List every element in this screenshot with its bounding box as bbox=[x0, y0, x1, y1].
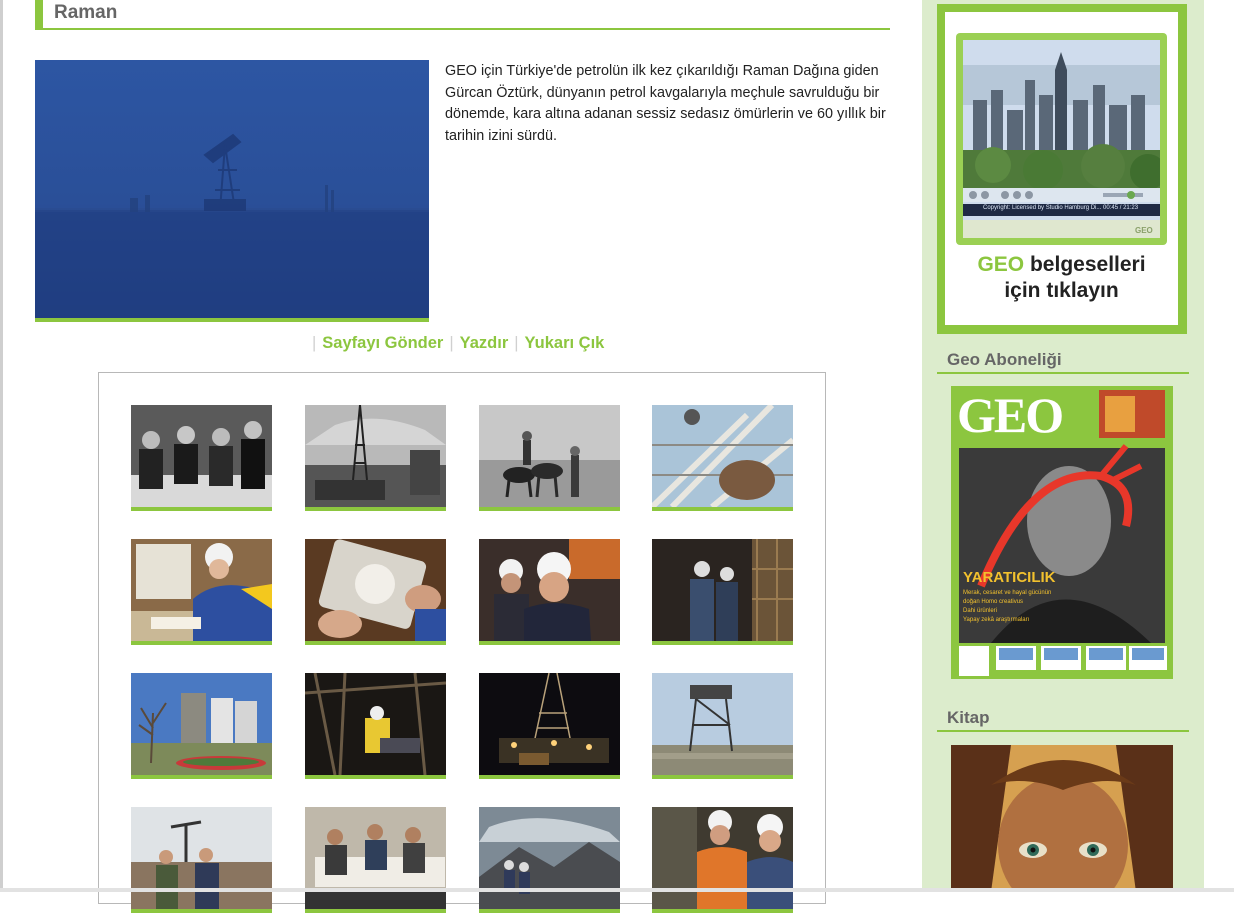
oil-derrick-fog-illustration bbox=[35, 133, 429, 318]
night-rig-photo bbox=[479, 673, 620, 775]
geo-documentary-promo[interactable]: Copyright: Licensed by Studio Hamburg Di… bbox=[937, 4, 1187, 334]
gallery-thumbnail[interactable] bbox=[479, 673, 620, 779]
watchtower-photo bbox=[652, 673, 793, 775]
portrait-girl-illustration bbox=[951, 745, 1173, 892]
orange-uniform-workers-photo bbox=[652, 807, 793, 909]
header-accent-bar bbox=[35, 0, 43, 28]
photo-gallery bbox=[98, 372, 826, 913]
back-to-top-link[interactable]: Yukarı Çık bbox=[525, 334, 605, 352]
gallery-thumbnail[interactable] bbox=[479, 405, 620, 511]
subscription-heading: Geo Aboneliği bbox=[937, 350, 1189, 374]
cover-bullet: Yapay zekâ araştırmaları bbox=[963, 617, 1030, 623]
gallery-thumbnail[interactable] bbox=[131, 807, 272, 913]
gallery-thumbnail[interactable] bbox=[652, 807, 793, 913]
smiling-workers-photo bbox=[479, 539, 620, 641]
gallery-thumbnail[interactable] bbox=[305, 405, 446, 511]
video-watermark: GEO bbox=[1135, 226, 1153, 235]
page-left-border bbox=[0, 0, 3, 892]
storage-tanks-photo bbox=[131, 673, 272, 775]
promo-line2: için tıklayın bbox=[1004, 279, 1119, 302]
page-title: Raman bbox=[54, 2, 118, 23]
gallery-thumbnail[interactable] bbox=[131, 405, 272, 511]
video-player-frame: Copyright: Licensed by Studio Hamburg Di… bbox=[956, 33, 1167, 245]
subscription-title: Geo Aboneliği bbox=[947, 350, 1062, 369]
promo-brand: GEO bbox=[977, 253, 1025, 276]
gallery-thumbnail[interactable] bbox=[479, 807, 620, 913]
article-intro: GEO için Türkiye'de petrolün ilk kez çık… bbox=[445, 63, 886, 144]
city-skyline-video: Copyright: Licensed by Studio Hamburg Di… bbox=[963, 40, 1160, 238]
promo-line1: belgeselleri bbox=[1029, 253, 1146, 276]
hands-on-instrument-photo bbox=[305, 539, 446, 641]
gallery-thumbnail[interactable] bbox=[131, 673, 272, 779]
toolbar-separator: | bbox=[449, 334, 454, 352]
pumpjack-workers-photo bbox=[131, 807, 272, 909]
archive-horsemen-photo bbox=[479, 405, 620, 507]
gallery-thumbnail[interactable] bbox=[652, 673, 793, 779]
cover-bullet: doğan Homo creativus bbox=[963, 599, 1024, 605]
workers-in-rig-photo bbox=[652, 539, 793, 641]
dining-hall-photo bbox=[305, 807, 446, 909]
gallery-thumbnail[interactable] bbox=[305, 807, 446, 913]
toolbar-separator: | bbox=[312, 334, 317, 352]
promo-caption: GEO belgeselleri için tıklayın bbox=[945, 252, 1178, 304]
gallery-thumbnail[interactable] bbox=[479, 539, 620, 645]
magazine-logo: GEO bbox=[957, 387, 1064, 443]
cover-bullet: Merak, cesaret ve hayal gücünün bbox=[963, 590, 1052, 596]
mountain-landscape-photo bbox=[479, 807, 620, 909]
gallery-thumbnail[interactable] bbox=[305, 539, 446, 645]
send-page-link[interactable]: Sayfayı Gönder bbox=[322, 334, 443, 352]
section-header: Raman bbox=[35, 0, 890, 30]
video-caption: Copyright: Licensed by Studio Hamburg Di… bbox=[983, 205, 1139, 211]
magazine-cover-line: YARATICILIK bbox=[963, 569, 1056, 586]
magazine-cover[interactable]: GEO YARATICILIK Merak, cesaret ve hayal … bbox=[951, 386, 1173, 679]
gallery-thumbnail[interactable] bbox=[652, 405, 793, 511]
toolbar-separator: | bbox=[514, 334, 519, 352]
rig-floor-worker-photo bbox=[305, 673, 446, 775]
page-bottom-border bbox=[0, 888, 1234, 892]
book-cover[interactable] bbox=[951, 745, 1173, 892]
archive-men-at-table-photo bbox=[131, 405, 272, 507]
article-toolbar: | Sayfayı Gönder | Yazdır | Yukarı Çık bbox=[306, 334, 604, 353]
hero-image bbox=[35, 60, 429, 322]
promo-card: Copyright: Licensed by Studio Hamburg Di… bbox=[945, 12, 1178, 325]
magazine-cover-bullets: Merak, cesaret ve hayal gücünün doğan Ho… bbox=[963, 589, 1051, 625]
book-heading: Kitap bbox=[937, 708, 1189, 732]
print-link[interactable]: Yazdır bbox=[460, 334, 509, 352]
rig-structure-photo bbox=[652, 405, 793, 507]
gallery-thumbnail[interactable] bbox=[305, 673, 446, 779]
gallery-thumbnail[interactable] bbox=[652, 539, 793, 645]
book-title: Kitap bbox=[947, 708, 990, 727]
gallery-thumbnail[interactable] bbox=[131, 539, 272, 645]
archive-derrick-photo bbox=[305, 405, 446, 507]
worker-writing-photo bbox=[131, 539, 272, 641]
cover-bullet: Dahi ürünleri bbox=[963, 608, 998, 614]
